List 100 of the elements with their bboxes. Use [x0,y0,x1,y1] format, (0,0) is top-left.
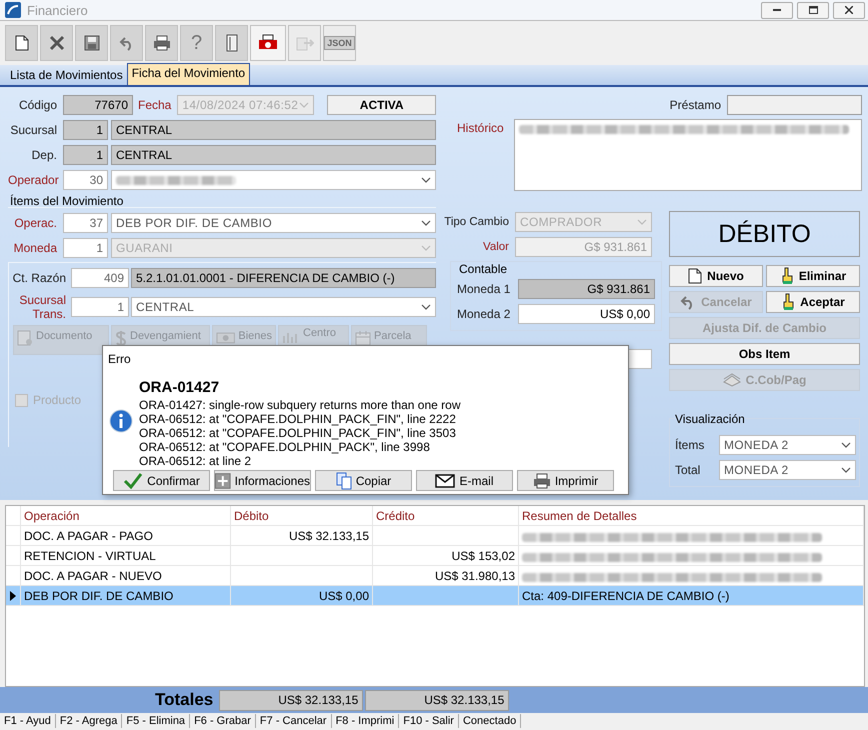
field-label: Dep. [30,148,58,162]
text-field[interactable]: 1 [63,145,108,165]
toolbar-button[interactable] [250,25,286,61]
text-field[interactable]: G$ 931.861 [518,279,655,299]
status-item: F6 - Grabar [190,714,256,728]
group-title: Ítems del Movimiento [10,194,124,207]
dropdown[interactable]: DEB POR DIF. DE CAMBIO [111,213,436,233]
chevron-down-icon [421,220,431,226]
status-item: Conectado [458,714,522,728]
table-cell: DOC. A PAGAR - PAGO [21,526,231,545]
column-header[interactable]: Operación [21,506,231,525]
delete-icon [48,35,64,51]
text-field[interactable]: 77670 [63,95,133,115]
status-item: F8 - Imprimi [332,714,400,728]
dialog-button[interactable]: Imprimir [517,470,614,491]
text-field[interactable]: 409 [71,268,129,288]
dropdown[interactable]: CENTRAL [131,297,436,317]
dialog-button[interactable]: Informaciones [214,470,311,491]
dialog-button[interactable]: Copiar [315,470,412,491]
calendar-icon [355,330,371,346]
table-cell: US$ 32.133,15 [231,526,373,545]
action-button[interactable]: Obs Item [669,343,860,365]
group-title: Visualización [675,412,745,426]
field-label: Operador [8,173,60,187]
table-cell: US$ 0,00 [231,586,373,605]
field-label: Moneda 1 [457,282,512,296]
printer-icon [258,34,278,52]
column-header[interactable]: Resumen de Detalles [519,506,864,525]
field-label: Moneda 2 [457,307,512,321]
column-header[interactable]: Crédito [373,506,519,525]
export-icon [296,35,314,51]
tab[interactable]: Ficha del Movimiento [126,63,250,85]
minimize-button[interactable] [761,2,793,18]
field-label: Valor [482,241,510,253]
text-field[interactable]: 37 [63,213,108,233]
printer-icon [152,35,170,51]
chevron-down-icon [299,102,310,108]
printer-icon [532,472,551,488]
action-button[interactable]: Aceptar [766,291,860,313]
info-icon [109,409,133,433]
table-cell: DEB POR DIF. DE CAMBIO [21,586,231,605]
checkbox-label: Producto [33,393,82,407]
page-icon [688,268,702,284]
field-label: Total [675,463,702,477]
toolbar-button[interactable] [145,25,178,61]
minimize-icon [773,9,781,11]
selected-row[interactable]: DEB POR DIF. DE CAMBIO US$ 0,00 Cta: 409-DIFERENCIA DE CAMBIO (-) [6,586,864,606]
dialog-title: Erro [108,352,131,366]
chart-icon [282,330,300,344]
camera-icon [216,330,236,344]
action-button[interactable]: Eliminar [766,265,860,287]
window-title: Financiero [27,2,89,18]
table-cell: RETENCION - VIRTUAL [21,546,231,565]
plus-icon [215,472,231,488]
document-icon [17,330,33,346]
error-heading: ORA-01427 [139,379,220,398]
maximize-icon [808,6,818,14]
error-message: ORA-06512: at line 2 [139,454,252,468]
dialog-button[interactable]: Confirmar [113,470,210,491]
total-field[interactable]: US$ 32.133,15 [365,690,510,710]
envelope-icon [435,474,456,488]
error-message: ORA-06512: at "COPAFE.DOLPHIN_PACK_FIN", line 2222 [139,412,457,426]
toolbar-button[interactable] [75,25,108,61]
table-cell: DOC. A PAGAR - NUEVO [21,566,231,585]
column-header[interactable]: Débito [231,506,373,525]
text-field[interactable]: 1 [63,120,108,140]
chevron-down-icon [841,442,851,448]
copy-icon [336,472,352,490]
error-message: ORA-01427: single-row subquery returns more than one row [139,398,460,412]
action-button[interactable]: Nuevo [669,265,763,287]
table-cell: Cta: 409-DIFERENCIA DE CAMBIO (-) [519,586,864,605]
chevron-down-icon [421,177,431,183]
dialog-button[interactable]: E-mail [416,470,513,491]
text-field[interactable] [727,95,862,115]
status-item: F10 - Salir [399,714,459,728]
field-label: Sucursal Trans. [18,293,67,321]
text-field[interactable]: 5.2.1.01.01.0001 - DIFERENCIA DE CAMBIO (-) [131,268,436,288]
maximize-button[interactable] [797,2,829,18]
close-button[interactable] [833,2,865,18]
text-field[interactable]: CENTRAL [111,120,436,140]
status-item: F1 - Ayud [0,714,56,728]
text-field[interactable]: 1 [71,297,129,317]
chevron-down-icon [421,245,431,251]
tab[interactable]: Lista de Movimientos [6,66,127,85]
field-label: Préstamo [670,98,722,112]
text-field[interactable]: CENTRAL [111,145,436,165]
page-icon [14,35,28,51]
toolbar-button[interactable] [5,25,38,61]
text-field[interactable]: US$ 0,00 [518,304,655,324]
field-label: Operac. [13,216,58,230]
dropdown[interactable]: MONEDA 2 [719,460,856,480]
total-field[interactable]: US$ 32.133,15 [219,690,364,710]
toolbar-button[interactable] [215,25,248,61]
dropdown[interactable]: MONEDA 2 [719,435,856,455]
chevron-down-icon [841,467,851,473]
text-field[interactable]: 30 [63,170,108,190]
row-pointer-icon [10,590,16,600]
stack-icon [722,373,741,387]
check-icon [123,472,144,490]
totals-label: Totales [155,690,214,710]
